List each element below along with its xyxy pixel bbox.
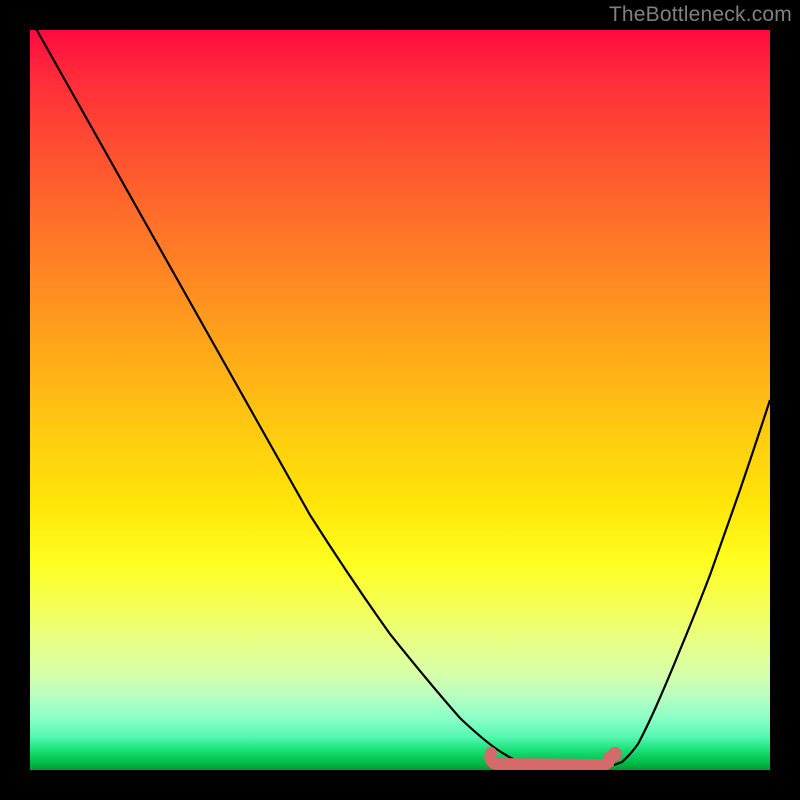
chart-frame: TheBottleneck.com [0, 0, 800, 800]
highlight-band [490, 753, 610, 765]
watermark-text: TheBottleneck.com [609, 3, 792, 27]
highlight-dot-icon [608, 747, 622, 761]
highlight-layer [30, 30, 770, 770]
